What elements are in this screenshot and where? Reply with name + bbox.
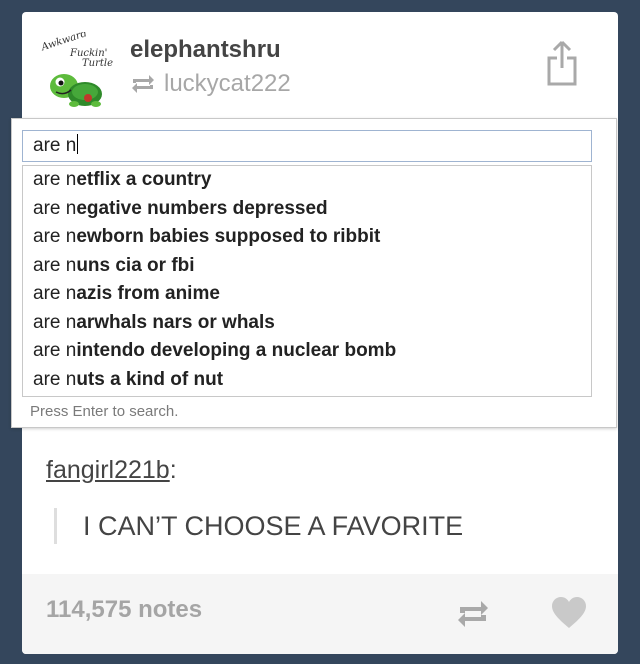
search-input[interactable]: are n [22,130,592,162]
avatar-text-3: Turtle [82,58,113,69]
suggestion-item[interactable]: are nuns cia or fbi [23,252,591,281]
suggestion-prefix: are n [33,254,77,276]
suggestion-item[interactable]: are narwhals nars or whals [23,309,591,338]
reblog-icon [130,73,156,95]
suggestion-completion: uns cia or fbi [76,254,195,276]
notes-count[interactable]: 114,575 notes [46,596,202,624]
suggestion-prefix: are n [33,311,77,333]
suggestion-item[interactable]: are nazis from anime [23,280,591,309]
suggestion-completion: uts a kind of nut [76,368,224,390]
suggestion-completion: ewborn babies supposed to ribbit [76,226,381,247]
search-autocomplete-panel: are n are netflix a country are negative… [11,118,617,428]
suggestion-completion: azis from anime [76,283,220,304]
post-footer: 114,575 notes [22,574,618,654]
reblog-attribution: fangirl221b: [46,456,177,485]
suggestion-completion: intendo developing a nuclear bomb [76,340,397,361]
text-caret [77,134,79,154]
heart-icon [552,597,586,628]
share-icon[interactable] [546,40,578,86]
reblog-icon [458,601,488,627]
suggestion-prefix: are n [33,226,77,247]
suggestion-prefix: are n [33,368,77,390]
search-query: are n [33,135,77,156]
suggestion-item[interactable]: are newborn babies supposed to ribbit [23,223,591,252]
suggestion-completion: arwhals nars or whals [76,311,275,333]
reblogger-colon: : [169,456,177,484]
suggestion-prefix: are n [33,340,77,361]
suggestion-item[interactable]: are netflix a country [23,166,591,195]
suggestion-prefix: are n [33,283,77,304]
blog-name[interactable]: elephantshru [130,36,281,64]
avatar[interactable]: Awkward Fuckin' Turtle [36,32,116,112]
suggestion-list: are netflix a country are negative numbe… [22,165,592,397]
reblogged-from-name[interactable]: luckycat222 [164,70,291,98]
suggestion-prefix: are n [33,197,77,219]
suggestion-completion: etflix a country [76,169,212,190]
search-hint: Press Enter to search. [30,403,179,420]
reblog-quote: I CAN’T CHOOSE A FAVORITE [54,508,463,544]
suggestion-item[interactable]: are negative numbers depressed [23,195,591,224]
reblogged-from: luckycat222 [130,70,291,98]
reblog-button[interactable] [456,598,490,630]
like-button[interactable] [551,596,587,630]
suggestion-prefix: are n [33,169,77,190]
reblogger-username[interactable]: fangirl221b [46,456,170,484]
suggestion-item[interactable]: are nintendo developing a nuclear bomb [23,337,591,366]
turtle-avatar-image: Awkward Fuckin' Turtle [39,32,113,107]
suggestion-completion: egative numbers depressed [76,197,328,219]
suggestion-item[interactable]: are nuts a kind of nut [23,366,591,395]
